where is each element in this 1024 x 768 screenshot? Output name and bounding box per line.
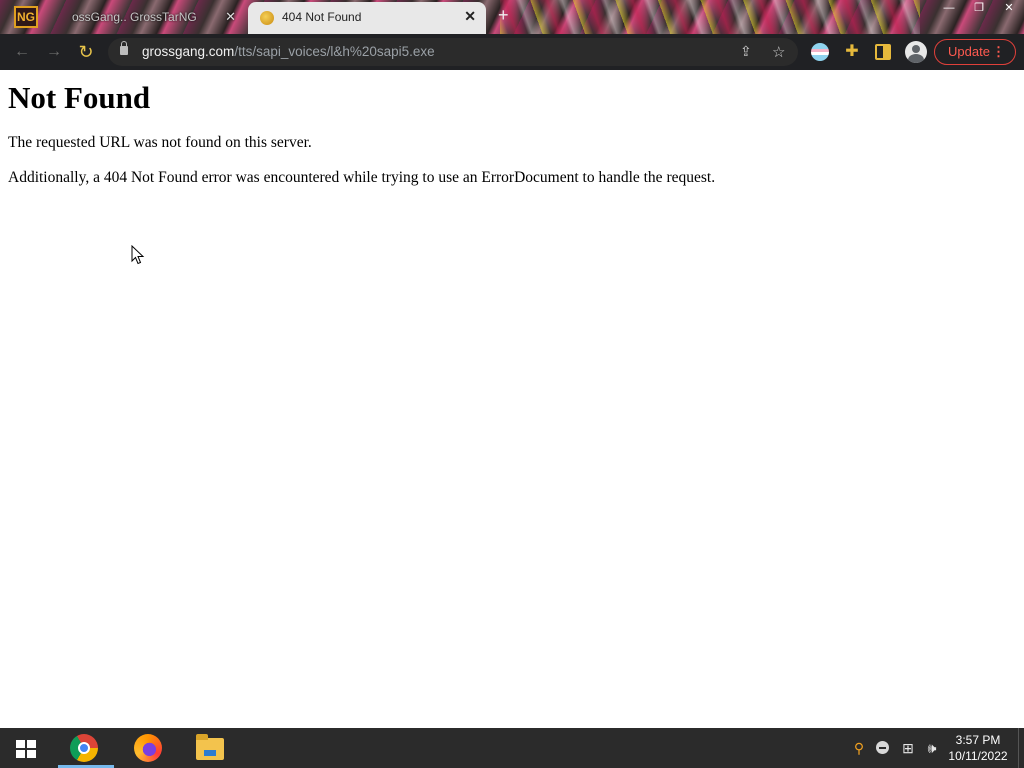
side-panel-icon[interactable] — [875, 44, 891, 60]
file-explorer-icon — [196, 734, 224, 760]
taskbar-chrome[interactable] — [58, 728, 114, 768]
message-tray-icon[interactable] — [875, 740, 891, 756]
ng-logo-icon: NG — [14, 6, 38, 28]
browser-toolbar: ← → ↻ grossgang.com/tts/sapi_voices/l&h%… — [0, 34, 1024, 70]
tab-close-icon[interactable]: ✕ — [225, 4, 236, 30]
back-arrow-icon[interactable]: ← — [12, 42, 32, 62]
taskbar-firefox[interactable] — [124, 728, 172, 768]
url-domain: grossgang.com — [142, 44, 235, 59]
close-window-icon[interactable]: ✕ — [994, 0, 1024, 20]
windows-start-icon[interactable] — [16, 740, 36, 758]
theme-background — [500, 0, 920, 34]
page-content: Not Found The requested URL was not foun… — [8, 80, 715, 204]
show-desktop-button[interactable] — [1018, 728, 1024, 768]
url-path: /tts/sapi_voices/l&h%20sapi5.exe — [234, 44, 435, 59]
site-favicon-icon — [260, 11, 274, 25]
tab-title: 404 Not Found — [282, 10, 362, 24]
tab-title: ossGang.. GrossTarNG — [72, 10, 197, 24]
extensions-puzzle-icon[interactable]: ✚ — [843, 43, 861, 61]
page-title: Not Found — [8, 80, 151, 115]
tab-close-icon[interactable]: ✕ — [464, 8, 476, 25]
address-bar[interactable]: grossgang.com/tts/sapi_voices/l&h%20sapi… — [108, 38, 798, 66]
minimize-icon[interactable]: — — [934, 0, 964, 20]
tab-inactive[interactable]: ossGang.. GrossTarNG ✕ — [42, 4, 246, 34]
error-detail: Additionally, a 404 Not Found error was … — [8, 169, 716, 186]
new-tab-icon[interactable]: + — [498, 5, 509, 26]
browser-title-bar: NG ossGang.. GrossTarNG ✕ 404 Not Found … — [0, 0, 1024, 34]
mouse-cursor-icon — [131, 245, 145, 265]
taskbar-file-explorer[interactable] — [186, 728, 234, 768]
url-text[interactable]: grossgang.com/tts/sapi_voices/l&h%20sapi… — [142, 44, 435, 59]
error-message: The requested URL was not found on this … — [8, 134, 312, 151]
system-clock[interactable]: 3:57 PM 10/11/2022 — [944, 732, 1012, 764]
tab-active[interactable]: 404 Not Found ✕ — [248, 2, 486, 34]
reload-icon[interactable]: ↻ — [76, 42, 96, 62]
chrome-icon — [70, 734, 98, 762]
network-icon[interactable]: ⊞ — [900, 740, 916, 756]
volume-icon[interactable]: 🕪 — [924, 740, 940, 756]
forward-arrow-icon[interactable]: → — [44, 42, 64, 62]
update-label: Update — [948, 44, 990, 59]
menu-kebab-icon[interactable]: ⋮ — [992, 40, 1005, 64]
share-icon[interactable]: ⇪ — [740, 43, 752, 60]
firefox-icon — [134, 734, 162, 762]
clock-time: 3:57 PM — [955, 733, 1001, 747]
search-tray-icon[interactable]: ⚲ — [851, 740, 867, 756]
flag-extension-icon[interactable] — [811, 43, 829, 61]
bookmark-star-icon[interactable]: ☆ — [772, 43, 785, 61]
maximize-icon[interactable]: ❐ — [964, 0, 994, 20]
windows-taskbar: ⚲ ⊞ 🕪 3:57 PM 10/11/2022 — [0, 728, 1024, 768]
lock-icon[interactable] — [120, 41, 128, 55]
profile-avatar-icon[interactable] — [905, 41, 927, 63]
update-button[interactable]: Update ⋮ — [934, 39, 1016, 65]
window-controls: — ❐ ✕ — [934, 0, 1024, 20]
clock-date: 10/11/2022 — [948, 749, 1008, 763]
